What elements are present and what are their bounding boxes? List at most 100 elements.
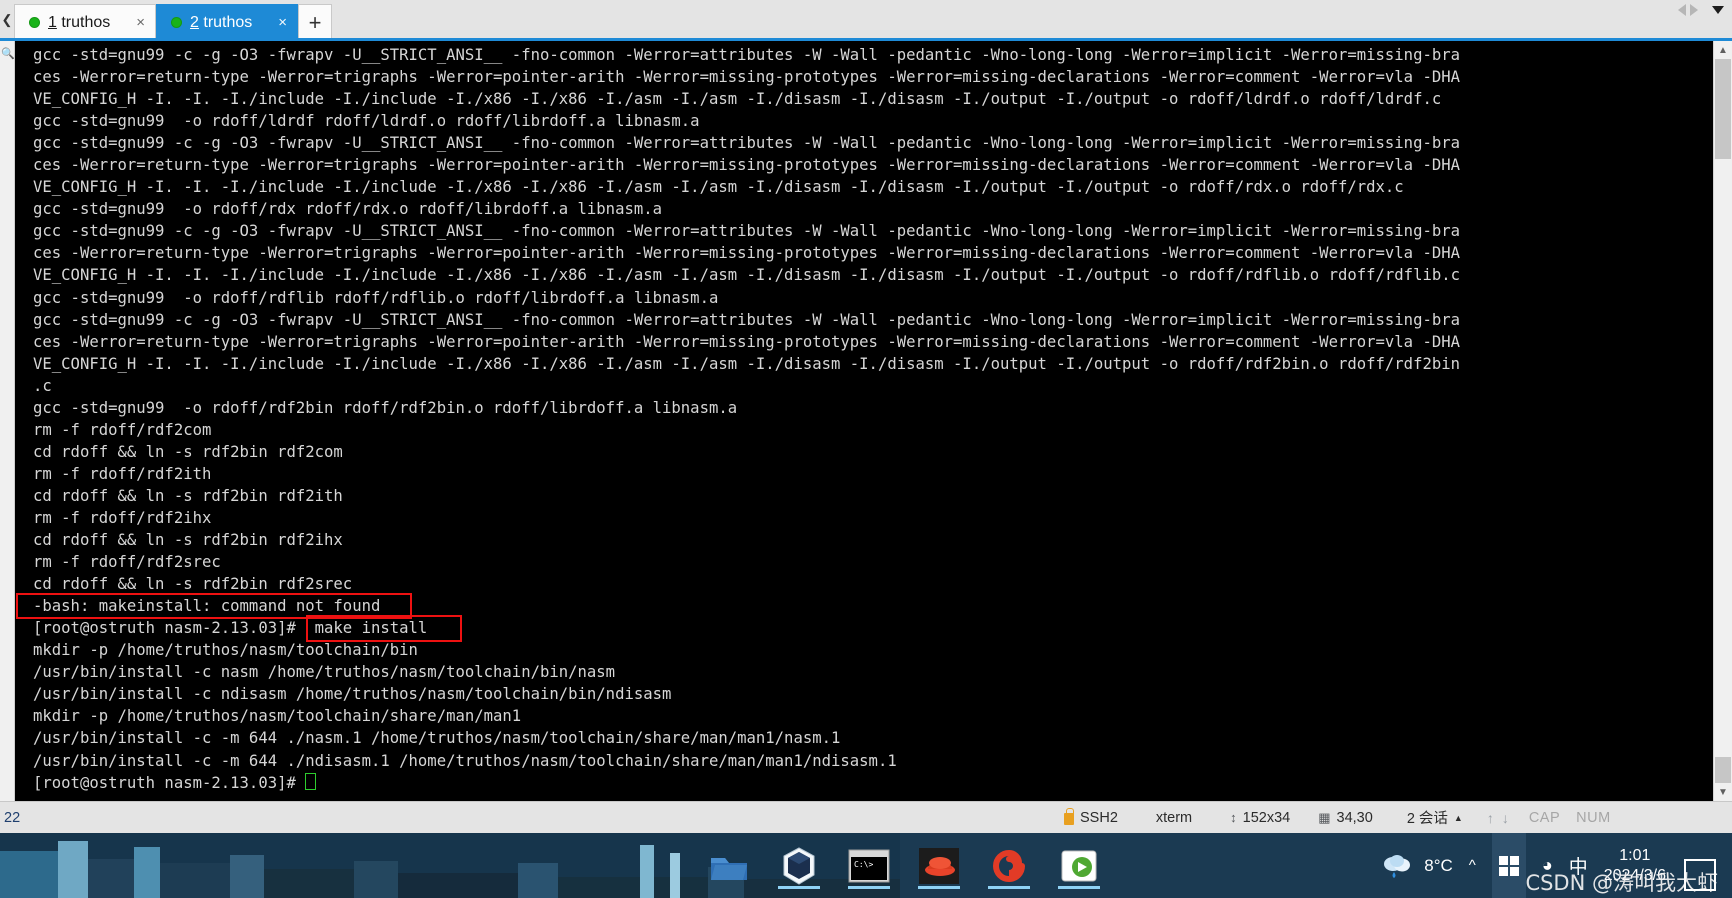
terminal-line: cd rdoff && ln -s rdf2bin rdf2ith xyxy=(33,486,343,505)
running-indicator xyxy=(1058,885,1100,889)
status-sessions[interactable]: 2 会话 ▲ xyxy=(1407,807,1463,828)
terminal-cursor xyxy=(305,772,317,790)
tab-1-truthos[interactable]: 1 truthos × xyxy=(14,4,157,40)
new-tab-button[interactable]: + xyxy=(298,4,333,40)
chevron-up-icon[interactable]: ▲ xyxy=(1714,41,1732,59)
terminal-line: gcc -std=gnu99 -o rdoff/rdx rdoff/rdx.o … xyxy=(33,200,663,219)
status-protocol-label: SSH2 xyxy=(1080,809,1118,826)
terminal-line: [root@ostruth nasm-2.13.03]# make instal… xyxy=(33,619,428,638)
svg-text:C:\>: C:\> xyxy=(854,860,873,869)
terminal-line: cd rdoff && ln -s rdf2bin rdf2ihx xyxy=(33,531,343,550)
running-indicator xyxy=(848,885,890,889)
triangle-right-icon[interactable] xyxy=(1690,4,1698,16)
scrollbar-thumb[interactable] xyxy=(1715,59,1731,159)
terminal-line: mkdir -p /home/truthos/nasm/toolchain/sh… xyxy=(33,707,522,726)
tab-label: 1 truthos xyxy=(48,14,110,32)
terminal-line: VE_CONFIG_H -I. -I. -I./include -I./incl… xyxy=(33,266,1461,285)
caret-up-icon[interactable]: ▲ xyxy=(1454,813,1463,823)
terminal-line: cd rdoff && ln -s rdf2bin rdf2srec xyxy=(33,575,353,594)
terminal-line: gcc -std=gnu99 -c -g -O3 -fwrapv -U__STR… xyxy=(33,310,1461,329)
rain-cloud-icon xyxy=(1384,854,1411,878)
status-size: ↕ 152x34 xyxy=(1230,810,1290,826)
chevron-down-icon[interactable]: ▼ xyxy=(1714,783,1732,801)
terminal-line: gcc -std=gnu99 -c -g -O3 -fwrapv -U__STR… xyxy=(33,134,1461,153)
terminal-line: rm -f rdoff/rdf2com xyxy=(33,420,212,439)
connection-status-dot xyxy=(29,17,40,28)
xshell-icon[interactable] xyxy=(986,843,1032,889)
arrow-down-icon: ↓ xyxy=(1501,809,1509,826)
terminal-line: rm -f rdoff/rdf2ith xyxy=(33,464,212,483)
tab-index: 1 xyxy=(48,13,57,31)
terminal-scrollbar[interactable]: ▲ ▼ xyxy=(1713,41,1732,801)
terminal-line: gcc -std=gnu99 -o rdoff/ldrdf rdoff/ldrd… xyxy=(33,112,700,131)
lock-icon xyxy=(1064,808,1074,825)
screen: ❮ 1 truthos × 2 truthos × + 🔍 gcc -std=g… xyxy=(0,0,1732,898)
status-cursor: ▦ 34,30 xyxy=(1318,810,1373,826)
running-indicator xyxy=(778,885,820,889)
scrollbar-thumb-lower[interactable] xyxy=(1715,757,1731,783)
tab-bar: ❮ 1 truthos × 2 truthos × + xyxy=(0,0,1732,40)
windows-flag-icon[interactable] xyxy=(1491,833,1526,898)
status-left-text: 22 xyxy=(4,809,21,826)
status-size-label: 152x34 xyxy=(1242,809,1291,826)
terminal-output[interactable]: gcc -std=gnu99 -c -g -O3 -fwrapv -U__STR… xyxy=(15,41,1713,801)
terminal-line: VE_CONFIG_H -I. -I. -I./include -I./incl… xyxy=(33,354,1461,373)
status-bar: 22 SSH2 xterm ↕ 152x34 ▦ 34,30 2 会话 ▲ ↑ … xyxy=(0,801,1732,833)
tab-title: truthos xyxy=(56,13,111,31)
terminal-line: rm -f rdoff/rdf2ihx xyxy=(33,508,212,527)
terminal-line: gcc -std=gnu99 -c -g -O3 -fwrapv -U__STR… xyxy=(33,46,1461,64)
connection-status-dot xyxy=(171,17,183,28)
virtualbox-icon[interactable] xyxy=(776,843,822,889)
tray-overflow-icon[interactable]: ^ xyxy=(1469,857,1476,874)
tab-bar-spacer xyxy=(332,0,1678,40)
terminal-line: ces -Werror=return-type -Werror=trigraph… xyxy=(33,68,1461,87)
terminal-line: /usr/bin/install -c ndisasm /home/trutho… xyxy=(33,685,672,704)
terminal-window: 🔍 gcc -std=gnu99 -c -g -O3 -fwrapv -U__S… xyxy=(0,41,1732,801)
terminal-line: cd rdoff && ln -s rdf2bin rdf2com xyxy=(33,442,343,461)
weather-widget[interactable]: 8°C xyxy=(1380,852,1453,880)
status-cursor-label: 34,30 xyxy=(1336,809,1373,826)
num-lock-indicator: NUM xyxy=(1576,809,1611,826)
cursor-icon: ▦ xyxy=(1318,809,1331,825)
terminal-line: /usr/bin/install -c -m 644 ./nasm.1 /hom… xyxy=(33,729,841,748)
terminal-line: /usr/bin/install -c -m 644 ./ndisasm.1 /… xyxy=(33,751,897,770)
status-protocol: SSH2 xyxy=(1064,808,1118,826)
xftp-icon[interactable] xyxy=(1056,843,1102,889)
status-sessions-label: 2 会话 xyxy=(1406,811,1448,827)
terminal-line: ces -Werror=return-type -Werror=trigraph… xyxy=(33,332,1461,351)
terminal-line: gcc -std=gnu99 -o rdoff/rdflib rdoff/rdf… xyxy=(33,288,719,307)
terminal-line: rm -f rdoff/rdf2srec xyxy=(33,553,221,572)
command-prompt-icon[interactable]: C:\> xyxy=(846,843,892,889)
status-emulation: xterm xyxy=(1155,809,1193,826)
tab-scroll-left-icon[interactable]: ❮ xyxy=(0,0,14,40)
caps-lock-indicator: CAP xyxy=(1528,809,1561,826)
resize-icon: ↕ xyxy=(1230,810,1237,825)
tab-title: truthos xyxy=(198,13,253,31)
tab-label: 2 truthos xyxy=(190,14,252,32)
weather-temperature: 8°C xyxy=(1424,855,1453,875)
tab-bar-nav xyxy=(1678,0,1732,40)
terminal-line: ces -Werror=return-type -Werror=trigraph… xyxy=(33,244,1461,263)
tab-2-truthos[interactable]: 2 truthos × xyxy=(156,4,299,40)
running-indicator xyxy=(918,885,960,889)
triangle-down-icon[interactable] xyxy=(1712,6,1724,14)
terminal-line: VE_CONFIG_H -I. -I. -I./include -I./incl… xyxy=(33,178,1404,197)
triangle-left-icon[interactable] xyxy=(1678,4,1686,16)
clock-time: 1:01 xyxy=(1619,846,1651,864)
terminal-line: /usr/bin/install -c nasm /home/truthos/n… xyxy=(33,663,616,682)
arrow-up-icon: ↑ xyxy=(1486,809,1494,826)
terminal-line: gcc -std=gnu99 -c -g -O3 -fwrapv -U__STR… xyxy=(33,222,1461,241)
terminal-line: VE_CONFIG_H -I. -I. -I./include -I./incl… xyxy=(33,90,1442,109)
running-indicator xyxy=(988,885,1030,889)
terminal-line: .c xyxy=(33,376,52,395)
terminal-line: mkdir -p /home/truthos/nasm/toolchain/bi… xyxy=(33,641,418,660)
search-icon[interactable]: 🔍 xyxy=(1,47,15,60)
taskbar-app-icons: C:\> xyxy=(706,833,1102,898)
redhat-icon[interactable] xyxy=(916,843,962,889)
terminal-line: ces -Werror=return-type -Werror=trigraph… xyxy=(33,156,1461,175)
close-icon[interactable]: × xyxy=(118,15,145,30)
tab-index: 2 xyxy=(190,13,199,31)
file-explorer-icon[interactable] xyxy=(706,843,752,889)
close-icon[interactable]: × xyxy=(260,15,287,30)
watermark-square-icon xyxy=(1684,859,1716,891)
